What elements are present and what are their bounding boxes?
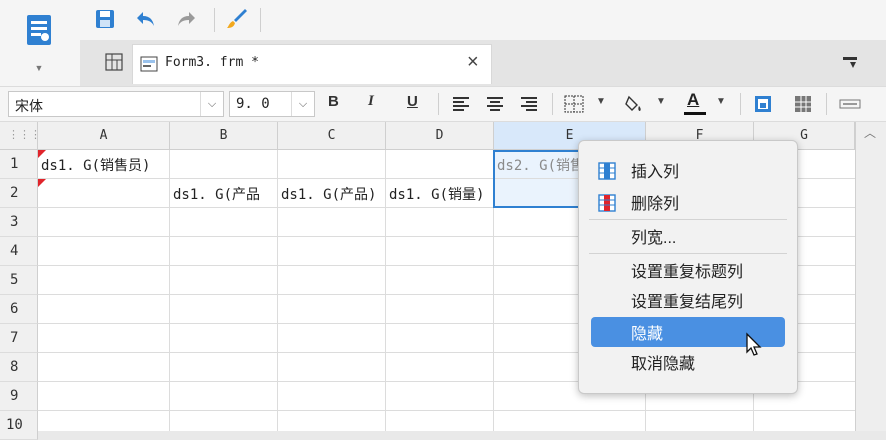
row-header-10[interactable]: 10 [0,411,38,440]
menu-item-repeat-header-column[interactable]: 设置重复标题列 [591,255,785,285]
cell-a1[interactable]: ds1. G(销售员) [38,150,169,178]
menu-divider [589,253,787,254]
column-header-d[interactable]: D [386,122,494,150]
menu-item-insert-column[interactable]: 插入列 [591,155,785,185]
italic-button[interactable]: I [368,93,374,115]
chevron-up-icon[interactable]: ︿ [864,124,876,141]
cell-c2-text: ds1. G(产品) [281,187,377,203]
row-header-6[interactable]: 6 [0,295,38,324]
cell-b2[interactable]: ds1. G(产品 [170,179,277,207]
row-header-3[interactable]: 3 [0,208,38,237]
cell-a1-text: ds1. G(销售员) [41,158,151,174]
vertical-scrollbar[interactable]: ︿ [855,122,886,431]
align-left-icon[interactable] [450,93,472,115]
chevron-down-icon[interactable]: ▼ [596,96,606,107]
expand-marker [38,179,46,187]
cell-a2[interactable] [38,179,169,207]
menu-item-delete-column[interactable]: 删除列 [591,187,785,217]
menu-item-label: 设置重复标题列 [631,264,744,281]
font-color-swatch [684,112,706,115]
chevron-down-icon: ⌵ [200,92,223,116]
toolbar-divider [260,8,261,32]
toolbar-divider [438,93,439,115]
redo-icon[interactable] [174,8,198,30]
row-header-5[interactable]: 5 [0,266,38,295]
bold-button[interactable]: B [328,93,339,115]
cell-b2-text: ds1. G(产品 [173,187,261,203]
app-menu-panel: ▼ [0,0,81,86]
cell-e1-text: ds2. G(销售 [497,158,585,174]
delete-column-icon [597,193,617,213]
chevron-down-icon: ⌵ [291,92,314,116]
column-header-c[interactable]: C [278,122,386,150]
row-header-7[interactable]: 7 [0,324,38,353]
underline-button[interactable]: U [407,93,418,115]
save-icon[interactable] [94,8,116,30]
close-icon[interactable]: × [467,51,479,74]
chevron-down-icon[interactable]: ▼ [32,62,46,74]
table-icon[interactable] [792,93,814,115]
font-color-button[interactable]: A [682,90,708,116]
undo-icon[interactable] [134,8,158,30]
toolbar-divider [826,93,827,115]
toolbar-divider [552,93,553,115]
tab-form3[interactable]: Form3. frm * × [132,44,492,84]
font-size-value: 9. 0 [236,96,270,112]
menu-item-label: 设置重复结尾列 [631,294,744,311]
row-header-8[interactable]: 8 [0,353,38,382]
column-header-b[interactable]: B [170,122,278,150]
cell-d2[interactable]: ds1. G(销量) [386,179,493,207]
row-header-2[interactable]: 2 [0,179,38,208]
toolbar-divider [740,93,741,115]
menu-item-label: 列宽... [631,230,677,247]
menu-item-label: 插入列 [631,164,680,181]
grid-layout-icon[interactable] [104,52,124,72]
menu-item-repeat-footer-column[interactable]: 设置重复结尾列 [591,285,785,315]
brush-icon[interactable] [224,6,250,32]
border-icon[interactable] [562,93,586,115]
cell-d2-text: ds1. G(销量) [389,187,485,203]
insert-image-icon[interactable] [752,93,774,115]
menu-item-column-width[interactable]: 列宽... [591,221,785,251]
font-size-select[interactable]: 9. 0 ⌵ [229,91,315,117]
menu-item-label: 删除列 [631,196,680,213]
font-name-value: 宋体 [15,99,43,115]
quick-toolbar [80,0,886,40]
toolbar-divider [214,8,215,32]
menu-item-label: 取消隐藏 [631,356,696,373]
align-center-icon[interactable] [484,93,506,115]
app-menu-icon[interactable] [24,12,54,48]
row-header-1[interactable]: 1 [0,150,38,179]
panel-toggle-icon[interactable] [840,54,860,72]
insert-column-icon [597,161,617,181]
column-header-a[interactable]: A [38,122,170,150]
chevron-down-icon[interactable]: ▼ [716,96,726,107]
row-header-9[interactable]: 9 [0,382,38,411]
widget-icon[interactable] [838,93,862,115]
row-header-4[interactable]: 4 [0,237,38,266]
form-file-icon [139,54,159,74]
font-color-letter: A [687,90,700,109]
font-name-select[interactable]: 宋体 ⌵ [8,91,224,117]
grid-line [38,410,855,411]
chevron-down-icon[interactable]: ▼ [656,96,666,107]
menu-item-label: 隐藏 [631,326,664,343]
fill-color-icon[interactable] [622,92,646,116]
cell-c2[interactable]: ds1. G(产品) [278,179,385,207]
menu-divider [589,219,787,220]
align-right-icon[interactable] [518,93,540,115]
select-all-corner[interactable]: ⋮⋮⋮ [0,122,41,150]
tab-label: Form3. frm * [165,55,259,70]
mouse-cursor-icon [745,332,767,360]
